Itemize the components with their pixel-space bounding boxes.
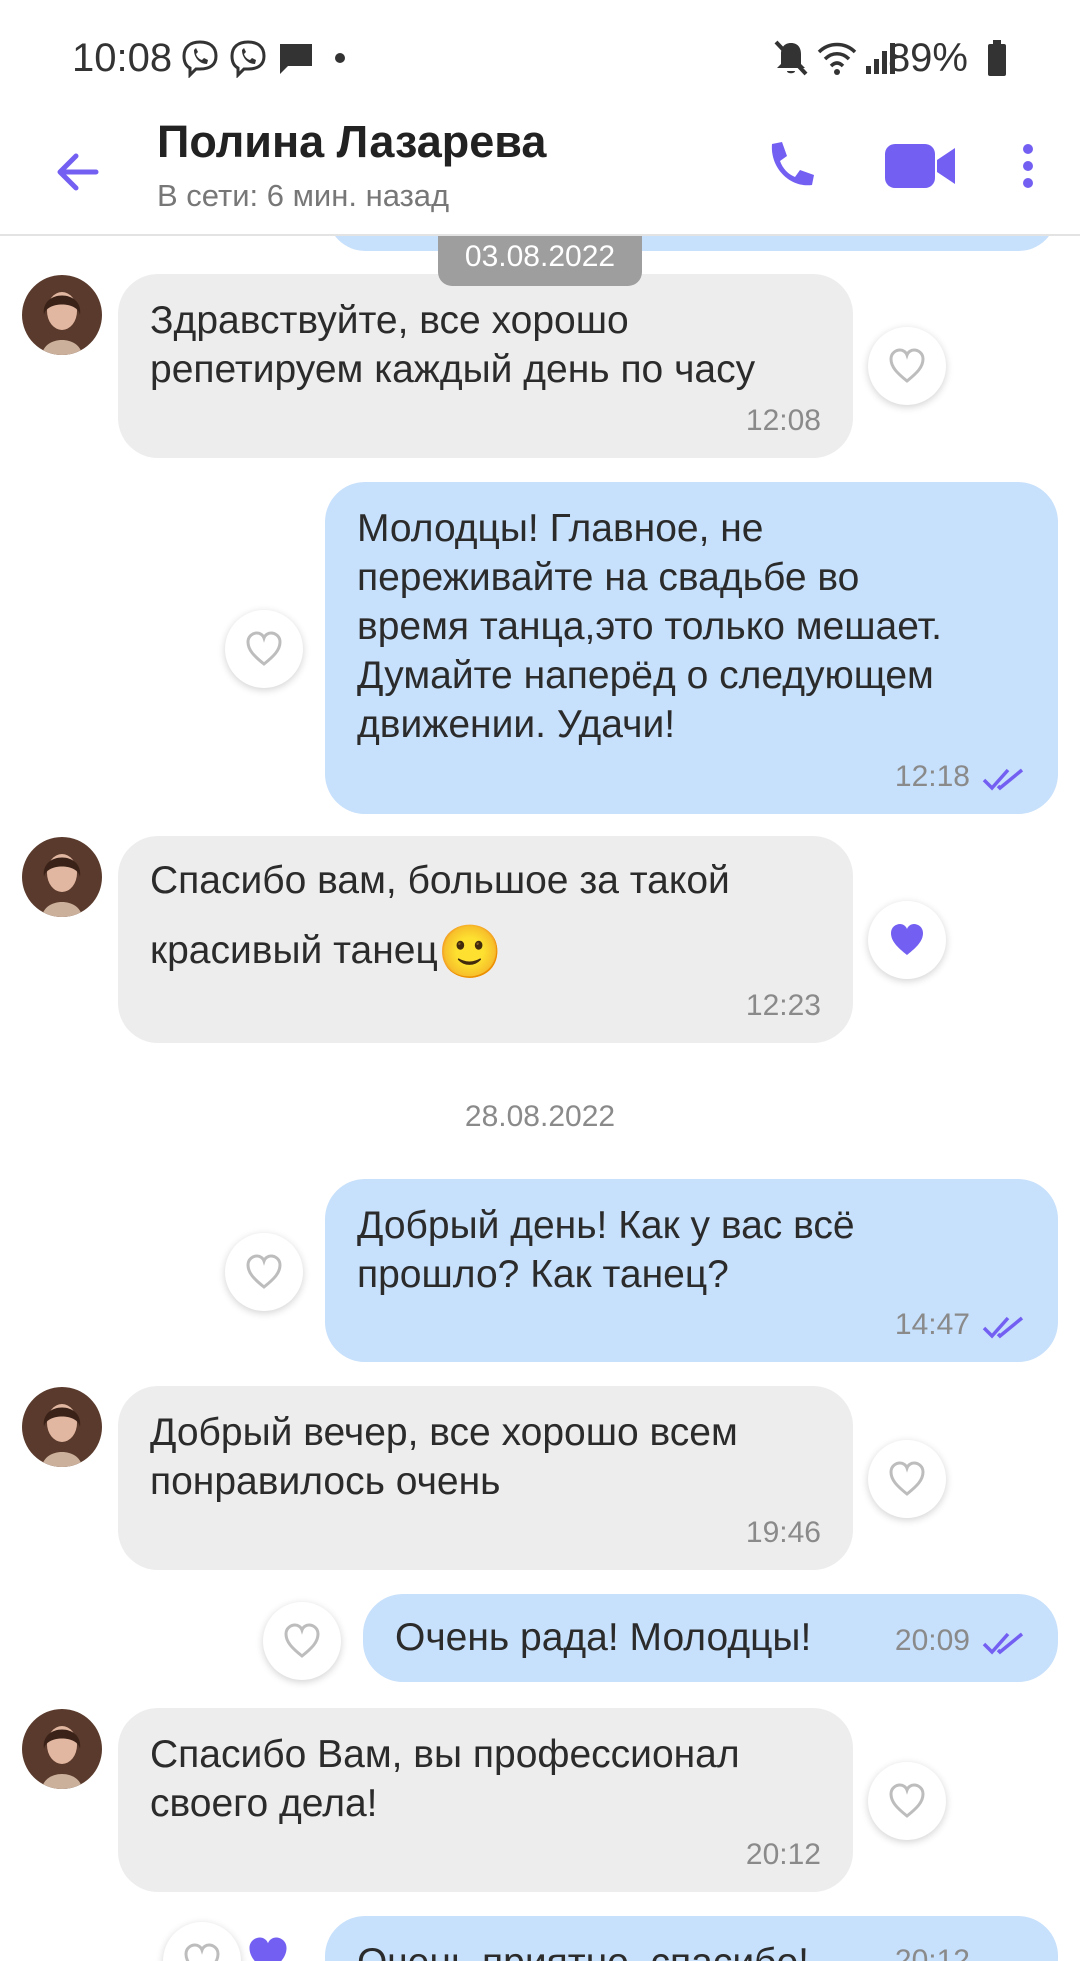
heart-outline-icon — [184, 1943, 220, 1961]
contact-avatar-image — [22, 1709, 102, 1789]
message-text: Добрый вечер, все хорошо всем понравилос… — [150, 1411, 738, 1503]
contact-avatar-image — [22, 275, 102, 355]
date-separator: 28.08.2022 — [464, 1100, 616, 1133]
like-button[interactable] — [868, 1440, 946, 1518]
video-call-icon[interactable] — [883, 136, 957, 196]
message-bubble-previous[interactable] — [327, 234, 1057, 251]
read-ticks-icon — [982, 1632, 1024, 1655]
like-button[interactable] — [225, 610, 303, 688]
message-bubble[interactable]: Здравствуйте, все хорошо репетируем кажд… — [118, 274, 853, 458]
message-bubble[interactable]: Добрый день! Как у вас всё прошло? Как т… — [325, 1179, 1058, 1362]
like-button[interactable] — [868, 327, 946, 405]
message-bubble[interactable]: Очень приятно, спасибо! 20:12 — [325, 1916, 1058, 1961]
message-bubble[interactable]: Спасибо вам, большое за такой красивый т… — [118, 836, 853, 1043]
message-time: 20:12 — [745, 1838, 821, 1871]
heart-outline-icon — [889, 1461, 925, 1496]
message-bubble[interactable]: Очень рада! Молодцы! 20:09 — [363, 1594, 1058, 1682]
heart-outline-icon — [889, 348, 925, 383]
wifi-icon — [817, 42, 857, 75]
like-button[interactable] — [225, 1233, 303, 1311]
message-text: Здравствуйте, все хорошо репетируем кажд… — [150, 299, 756, 391]
like-button[interactable] — [263, 1602, 341, 1680]
message-time: 14:47 — [894, 1308, 970, 1341]
message-text: Спасибо Вам, вы профессионал своего дела… — [150, 1733, 740, 1825]
back-arrow-icon[interactable] — [48, 142, 108, 202]
dot-icon — [335, 53, 345, 63]
heart-outline-icon — [889, 1783, 925, 1818]
read-ticks-icon — [982, 768, 1024, 791]
message-bubble[interactable]: Добрый вечер, все хорошо всем понравилос… — [118, 1386, 853, 1570]
viber-icon — [182, 40, 218, 78]
contact-avatar-image — [22, 1387, 102, 1467]
phone-call-icon[interactable] — [760, 136, 820, 196]
battery-level: 89% — [887, 36, 968, 80]
more-options-icon[interactable] — [1010, 136, 1046, 196]
mute-icon — [774, 40, 808, 76]
status-bar: 10:08 89% — [0, 0, 1080, 110]
message-time: 12:18 — [894, 760, 970, 793]
message-time: 20:12 — [894, 1944, 970, 1961]
message-list[interactable]: 03.08.2022 Здравствуйте, все хорошо репе… — [0, 234, 1080, 1961]
like-button[interactable] — [868, 1762, 946, 1840]
contact-name[interactable]: Полина Лазарева — [157, 116, 546, 168]
viber-icon — [230, 40, 266, 78]
battery-icon — [988, 40, 1006, 76]
avatar[interactable] — [22, 1709, 102, 1789]
message-time: 12:23 — [745, 989, 821, 1022]
avatar[interactable] — [22, 275, 102, 355]
avatar[interactable] — [22, 837, 102, 917]
heart-outline-icon — [284, 1623, 320, 1658]
message-bubble[interactable]: Молодцы! Главное, не переживайте на свад… — [325, 482, 1058, 814]
date-header: 03.08.2022 — [438, 234, 642, 286]
message-icon — [280, 44, 312, 74]
smiley-emoji-icon: 🙂 — [437, 923, 503, 982]
contact-avatar-image — [22, 837, 102, 917]
heart-filled-icon — [891, 924, 923, 955]
message-time: 20:09 — [894, 1624, 970, 1657]
message-text: Добрый день! Как у вас всё прошло? Как т… — [357, 1204, 855, 1296]
message-text: Спасибо вам, большое за такой красивый т… — [150, 846, 821, 988]
read-ticks-icon — [982, 1316, 1024, 1339]
message-time: 12:08 — [745, 404, 821, 437]
message-bubble[interactable]: Спасибо Вам, вы профессионал своего дела… — [118, 1708, 853, 1892]
like-button[interactable] — [868, 901, 946, 979]
heart-outline-icon — [246, 1254, 282, 1289]
message-time: 19:46 — [745, 1516, 821, 1549]
like-button[interactable] — [163, 1922, 241, 1961]
message-text: Молодцы! Главное, не переживайте на свад… — [357, 507, 942, 746]
heart-filled-icon[interactable] — [244, 1934, 292, 1961]
avatar[interactable] — [22, 1387, 102, 1467]
contact-status: В сети: 6 мин. назад — [157, 178, 450, 213]
heart-outline-icon — [246, 631, 282, 666]
chat-header: Полина Лазарева В сети: 6 мин. назад — [0, 110, 1080, 236]
status-time: 10:08 — [72, 36, 173, 80]
